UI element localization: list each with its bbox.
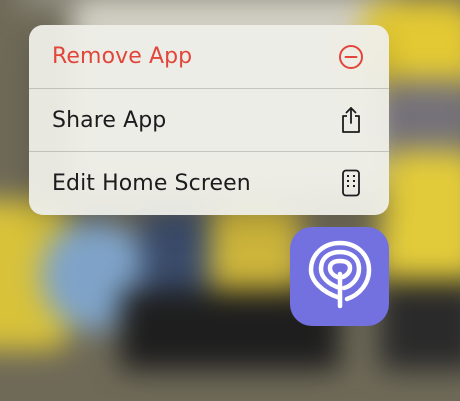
- minus-circle-icon: [337, 43, 365, 71]
- edit-home-screen-menu-item[interactable]: Edit Home Screen: [29, 151, 389, 214]
- share-app-menu-item[interactable]: Share App: [29, 88, 389, 151]
- share-icon: [337, 106, 365, 134]
- app-context-menu: Remove App Share App Edit Home Screen: [29, 25, 389, 215]
- remove-app-menu-item[interactable]: Remove App: [29, 25, 389, 88]
- phone-icon: [337, 169, 365, 197]
- remove-app-label: Remove App: [52, 44, 193, 69]
- edit-home-screen-label: Edit Home Screen: [52, 170, 251, 196]
- life360-logo-icon: [307, 240, 373, 314]
- app-icon[interactable]: [290, 227, 389, 326]
- share-app-label: Share App: [52, 107, 167, 133]
